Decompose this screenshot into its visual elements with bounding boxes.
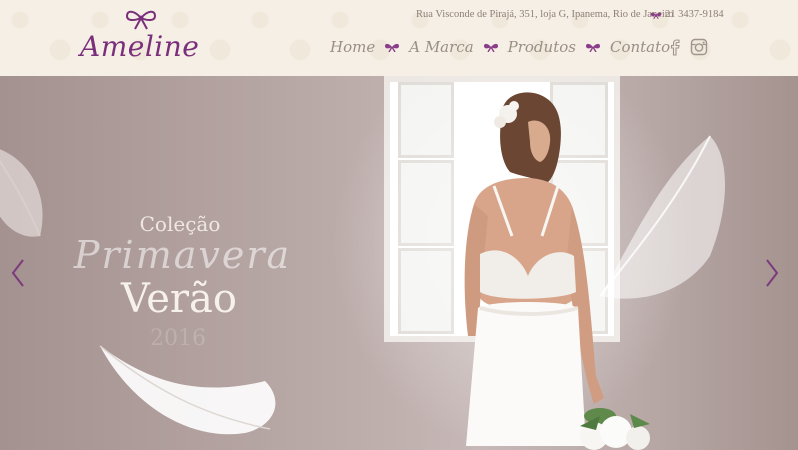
feather-decoration xyxy=(599,135,725,299)
facebook-icon[interactable] xyxy=(669,38,681,56)
instagram-icon[interactable] xyxy=(690,38,708,56)
main-nav: Home A Marca Produtos Contato xyxy=(330,38,670,56)
phone-number: 21 3437-9184 xyxy=(665,9,724,20)
hero-slider: Coleção Primavera Verão 2016 xyxy=(0,76,798,450)
brand-name: Ameline xyxy=(80,30,200,63)
bow-separator-icon xyxy=(385,43,400,52)
nav-a-marca[interactable]: A Marca xyxy=(409,38,473,56)
hero-title-primavera: Primavera xyxy=(73,233,292,277)
site-header: Ameline Rua Visconde de Pirajá, 351, loj… xyxy=(0,0,798,76)
bow-separator-icon xyxy=(585,43,600,52)
nav-produtos[interactable]: Produtos xyxy=(508,38,576,56)
hero-title-year: 2016 xyxy=(150,326,206,351)
store-address: Rua Visconde de Pirajá, 351, loja G, Ipa… xyxy=(416,9,674,20)
bow-icon xyxy=(125,10,157,30)
brand-logo[interactable]: Ameline xyxy=(80,8,200,68)
feather-decoration xyxy=(99,345,276,435)
flower-bouquet-image xyxy=(580,414,650,450)
nav-contato[interactable]: Contato xyxy=(610,38,670,56)
hero-title-verao: Verão xyxy=(121,276,237,322)
bow-separator-icon xyxy=(650,12,662,19)
bow-separator-icon xyxy=(483,43,498,52)
prev-slide-arrow-icon[interactable] xyxy=(10,258,26,288)
next-slide-arrow-icon[interactable] xyxy=(764,258,780,288)
store-phone: 21 3437-9184 xyxy=(650,9,724,20)
nav-home[interactable]: Home xyxy=(330,38,375,56)
